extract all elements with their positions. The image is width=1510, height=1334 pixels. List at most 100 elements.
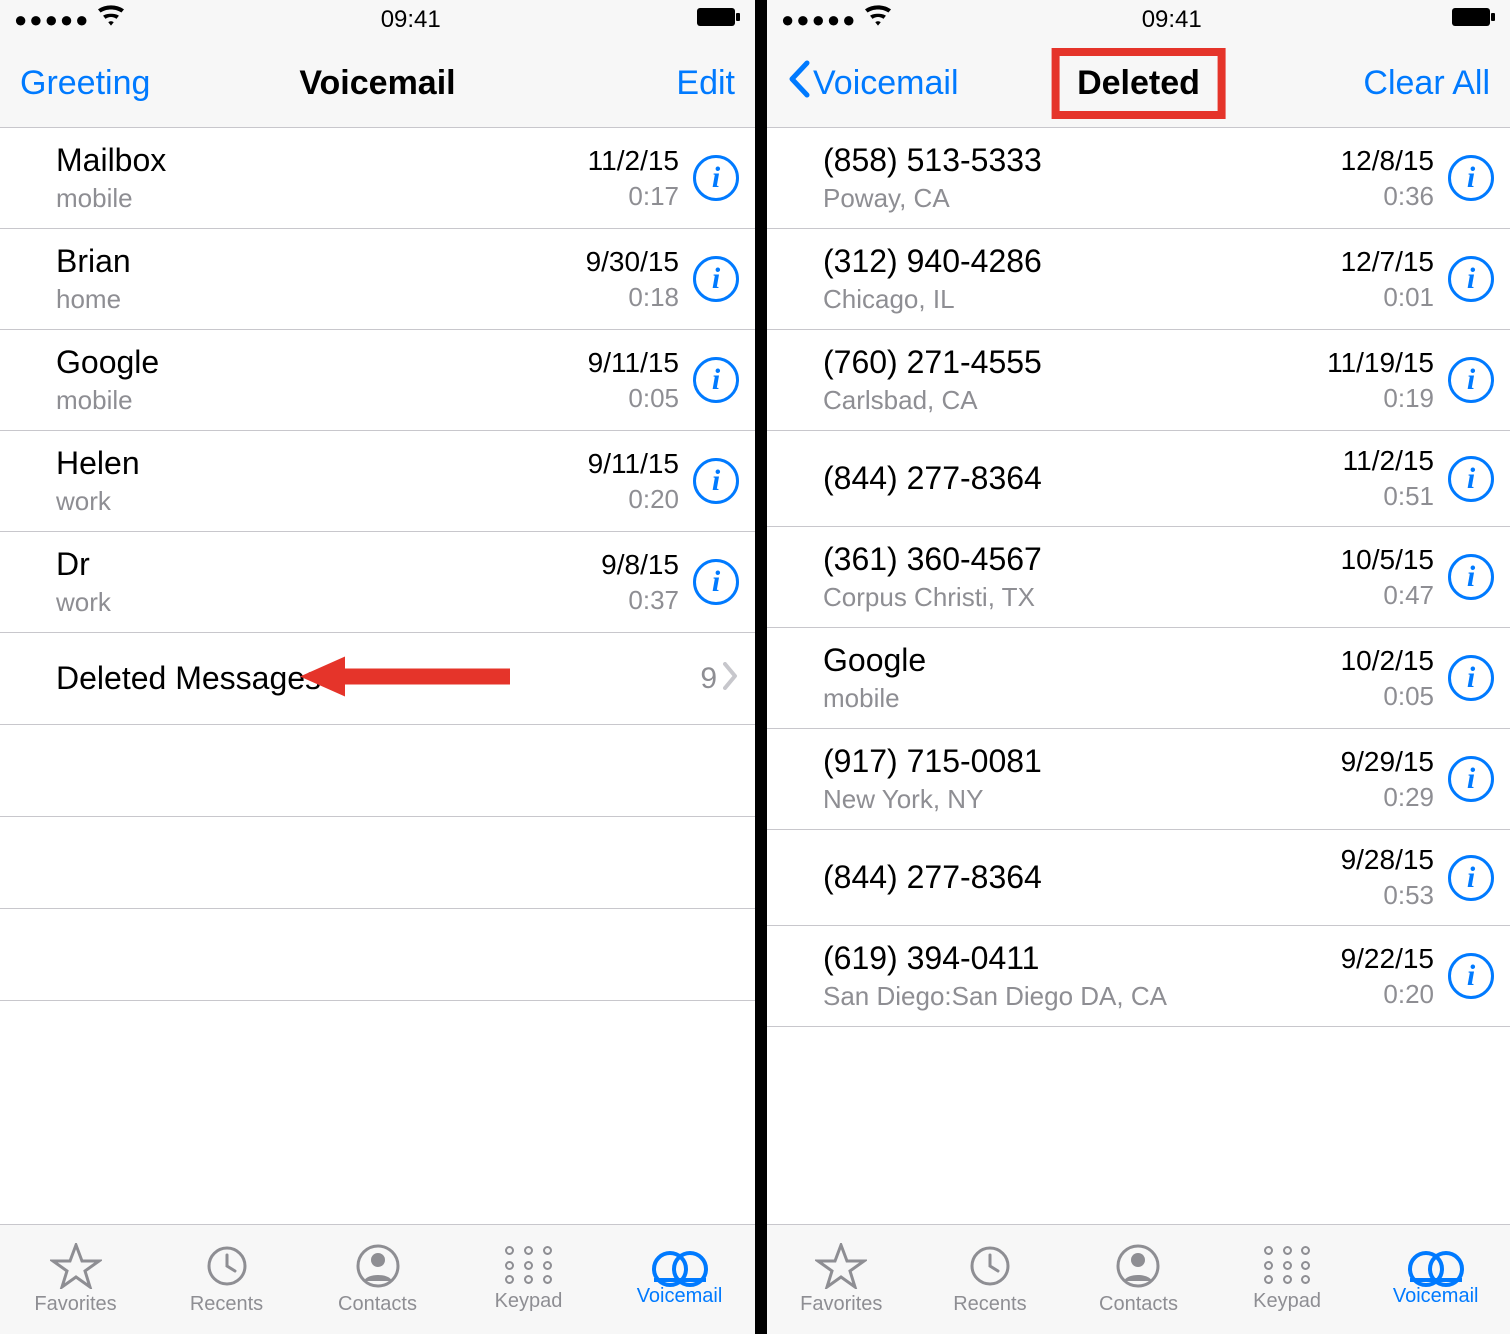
voicemail-row[interactable]: Drwork9/8/150:37i [0, 532, 755, 633]
keypad-icon [1261, 1246, 1313, 1286]
info-button[interactable]: i [693, 357, 739, 403]
info-button[interactable]: i [1448, 155, 1494, 201]
caller-name: Brian [56, 243, 586, 280]
tab-label: Contacts [338, 1293, 417, 1316]
caller-sub: work [56, 486, 588, 517]
voicemail-row[interactable]: (917) 715-0081New York, NY9/29/150:29i [767, 729, 1510, 830]
back-button[interactable]: Voicemail [787, 60, 959, 107]
voicemail-duration: 0:51 [1383, 481, 1434, 512]
caller-name: (312) 940-4286 [823, 243, 1341, 280]
info-button[interactable]: i [1448, 655, 1494, 701]
tab-keypad[interactable]: Keypad [1213, 1225, 1362, 1334]
voicemail-icon [1408, 1251, 1464, 1281]
tab-voicemail[interactable]: Voicemail [1361, 1225, 1510, 1334]
info-button[interactable]: i [1448, 855, 1494, 901]
caller-sub: mobile [56, 183, 588, 214]
voicemail-duration: 0:53 [1383, 880, 1434, 911]
tab-voicemail[interactable]: Voicemail [604, 1225, 755, 1334]
deleted-messages-row[interactable]: Deleted Messages 9 [0, 633, 755, 725]
info-icon: i [712, 464, 720, 498]
caller-name: Google [823, 642, 1341, 679]
info-button[interactable]: i [693, 256, 739, 302]
voicemail-duration: 0:05 [1383, 681, 1434, 712]
clear-all-button[interactable]: Clear All [1363, 64, 1490, 103]
status-time: 09:41 [1142, 6, 1202, 34]
voicemail-row[interactable]: Brianhome9/30/150:18i [0, 229, 755, 330]
voicemail-list: Mailboxmobile11/2/150:17iBrianhome9/30/1… [0, 128, 755, 1224]
caller-sub: Chicago, IL [823, 284, 1341, 315]
voicemail-date: 9/11/15 [588, 347, 679, 379]
voicemail-date: 9/8/15 [601, 549, 679, 581]
voicemail-duration: 0:01 [1383, 282, 1434, 313]
voicemail-date: 12/8/15 [1341, 145, 1434, 177]
voicemail-date: 9/28/15 [1341, 844, 1434, 876]
voicemail-duration: 0:36 [1383, 181, 1434, 212]
voicemail-date: 12/7/15 [1341, 246, 1434, 278]
voicemail-row[interactable]: (844) 277-83649/28/150:53i [767, 830, 1510, 926]
voicemail-row[interactable]: Mailboxmobile11/2/150:17i [0, 128, 755, 229]
tab-favorites[interactable]: Favorites [767, 1225, 916, 1334]
info-button[interactable]: i [1448, 554, 1494, 600]
info-button[interactable]: i [1448, 456, 1494, 502]
caller-sub: home [56, 284, 586, 315]
info-button[interactable]: i [1448, 357, 1494, 403]
signal-icon: ●●●●● [781, 7, 857, 33]
voicemail-date: 9/22/15 [1341, 943, 1434, 975]
voicemail-duration: 0:19 [1383, 383, 1434, 414]
voicemail-date: 10/5/15 [1341, 544, 1434, 576]
voicemail-row[interactable]: (858) 513-5333Poway, CA12/8/150:36i [767, 128, 1510, 229]
info-icon: i [1467, 262, 1475, 296]
caller-name: Helen [56, 445, 588, 482]
caller-sub: New York, NY [823, 784, 1341, 815]
status-bar: ●●●●● 09:41 [0, 0, 755, 40]
tab-label: Voicemail [637, 1285, 723, 1308]
info-icon: i [1467, 560, 1475, 594]
caller-name: (619) 394-0411 [823, 940, 1341, 977]
tab-recents[interactable]: Recents [151, 1225, 302, 1334]
voicemail-row[interactable]: (312) 940-4286 Chicago, IL12/7/15 0:01 i [767, 229, 1510, 330]
voicemail-duration: 0:20 [1383, 979, 1434, 1010]
voicemail-duration: 0:29 [1383, 782, 1434, 813]
deleted-messages-count: 9 [700, 662, 717, 696]
chevron-right-icon [723, 662, 739, 695]
voicemail-duration: 0:18 [628, 282, 679, 313]
tab-label: Recents [190, 1293, 263, 1316]
voicemail-duration: 0:05 [628, 383, 679, 414]
phone-voicemail: ●●●●● 09:41 Greeting Voicemail Edit Mail… [0, 0, 755, 1334]
caller-sub: Corpus Christi, TX [823, 582, 1341, 613]
info-button[interactable]: i [1448, 756, 1494, 802]
info-icon: i [1467, 762, 1475, 796]
caller-sub: mobile [56, 385, 588, 416]
voicemail-row[interactable]: Helenwork9/11/150:20i [0, 431, 755, 532]
tab-bar: Favorites Recents Contacts Keypad Voicem… [767, 1224, 1510, 1334]
tab-favorites[interactable]: Favorites [0, 1225, 151, 1334]
voicemail-row[interactable]: Googlemobile9/11/150:05i [0, 330, 755, 431]
voicemail-date: 10/2/15 [1341, 645, 1434, 677]
voicemail-row[interactable]: (361) 360-4567Corpus Christi, TX10/5/150… [767, 527, 1510, 628]
info-button[interactable]: i [693, 559, 739, 605]
battery-icon [697, 6, 741, 34]
tab-contacts[interactable]: Contacts [302, 1225, 453, 1334]
back-label: Voicemail [813, 64, 959, 103]
tab-keypad[interactable]: Keypad [453, 1225, 604, 1334]
tab-recents[interactable]: Recents [916, 1225, 1065, 1334]
tab-label: Contacts [1099, 1293, 1178, 1316]
voicemail-row[interactable]: Googlemobile10/2/150:05i [767, 628, 1510, 729]
info-button[interactable]: i [693, 155, 739, 201]
voicemail-date: 11/19/15 [1327, 347, 1434, 379]
info-button[interactable]: i [1448, 256, 1494, 302]
greeting-button[interactable]: Greeting [20, 64, 150, 103]
voicemail-date: 11/2/15 [1343, 445, 1434, 477]
voicemail-row[interactable]: (619) 394-0411San Diego:San Diego DA, CA… [767, 926, 1510, 1027]
tab-contacts[interactable]: Contacts [1064, 1225, 1213, 1334]
empty-row [0, 909, 755, 1001]
info-button[interactable]: i [1448, 953, 1494, 999]
caller-sub: work [56, 587, 601, 618]
edit-button[interactable]: Edit [676, 64, 735, 103]
info-button[interactable]: i [693, 458, 739, 504]
voicemail-date: 9/29/15 [1341, 746, 1434, 778]
caller-name: (760) 271-4555 [823, 344, 1327, 381]
voicemail-duration: 0:17 [628, 181, 679, 212]
voicemail-row[interactable]: (844) 277-836411/2/150:51i [767, 431, 1510, 527]
voicemail-row[interactable]: (760) 271-4555Carlsbad, CA11/19/150:19i [767, 330, 1510, 431]
